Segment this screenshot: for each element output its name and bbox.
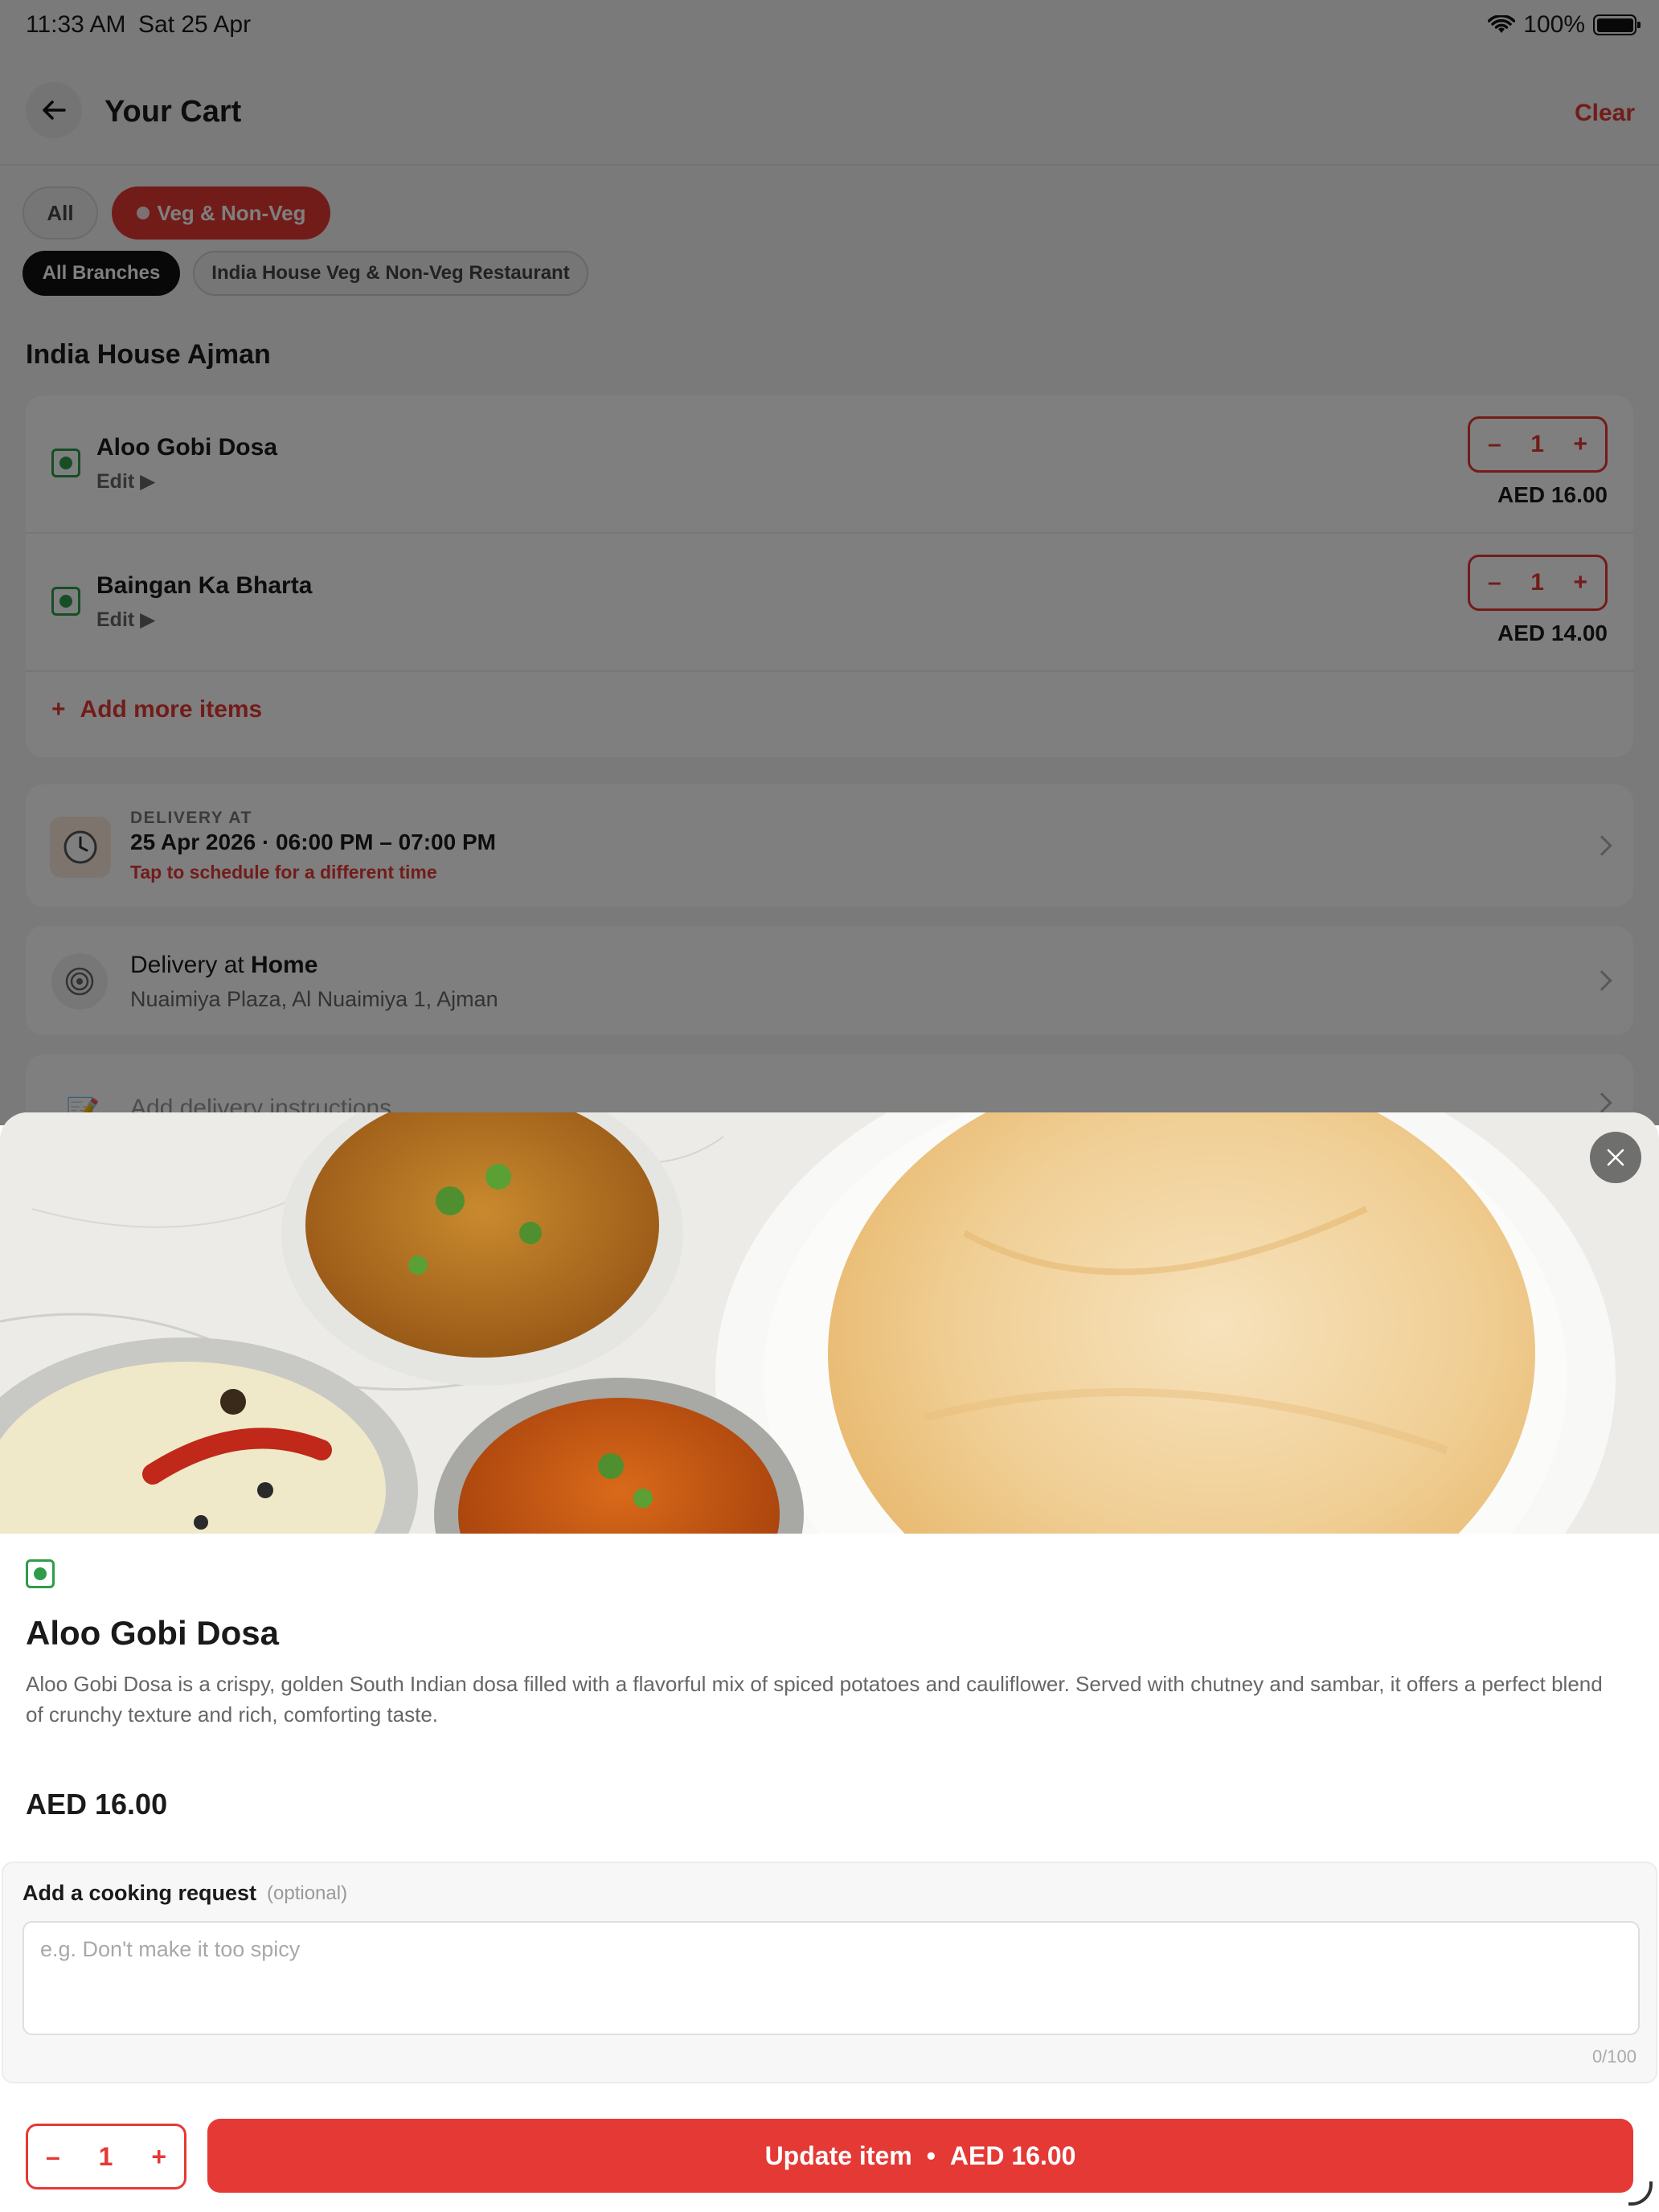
cooking-request-panel: Add a cooking request (optional) 0/100: [2, 1862, 1657, 2083]
item-detail-sheet: Aloo Gobi Dosa Aloo Gobi Dosa is a crisp…: [0, 1112, 1659, 2212]
dish-price: AED 16.00: [26, 1788, 168, 1821]
dish-description: Aloo Gobi Dosa is a crispy, golden South…: [26, 1672, 1603, 1727]
plus-button[interactable]: +: [151, 2142, 166, 2172]
update-item-separator: •: [926, 2140, 936, 2170]
dish-image: [0, 1112, 1659, 1534]
cooking-request-optional: (optional): [267, 1882, 348, 1904]
character-counter: 0/100: [1591, 2046, 1636, 2067]
cooking-request-input[interactable]: [23, 1921, 1640, 2035]
quantity-stepper: – 1 +: [26, 2124, 186, 2189]
cooking-request-label: Add a cooking request: [23, 1881, 257, 1905]
minus-button[interactable]: –: [46, 2142, 60, 2172]
update-item-label: Update item: [764, 2140, 912, 2170]
veg-indicator-icon: [26, 1559, 55, 1588]
dish-title: Aloo Gobi Dosa: [26, 1614, 279, 1652]
quantity-value: 1: [98, 2141, 113, 2171]
resize-handle-icon[interactable]: [1628, 2181, 1653, 2206]
sheet-footer: – 1 + Update item • AED 16.00: [0, 2085, 1659, 2212]
modal-overlay[interactable]: [0, 0, 1659, 1125]
close-icon: [1607, 1149, 1624, 1166]
close-sheet-button[interactable]: [1590, 1132, 1641, 1183]
update-item-price: AED 16.00: [949, 2140, 1076, 2170]
update-item-button[interactable]: Update item • AED 16.00: [207, 2119, 1633, 2193]
